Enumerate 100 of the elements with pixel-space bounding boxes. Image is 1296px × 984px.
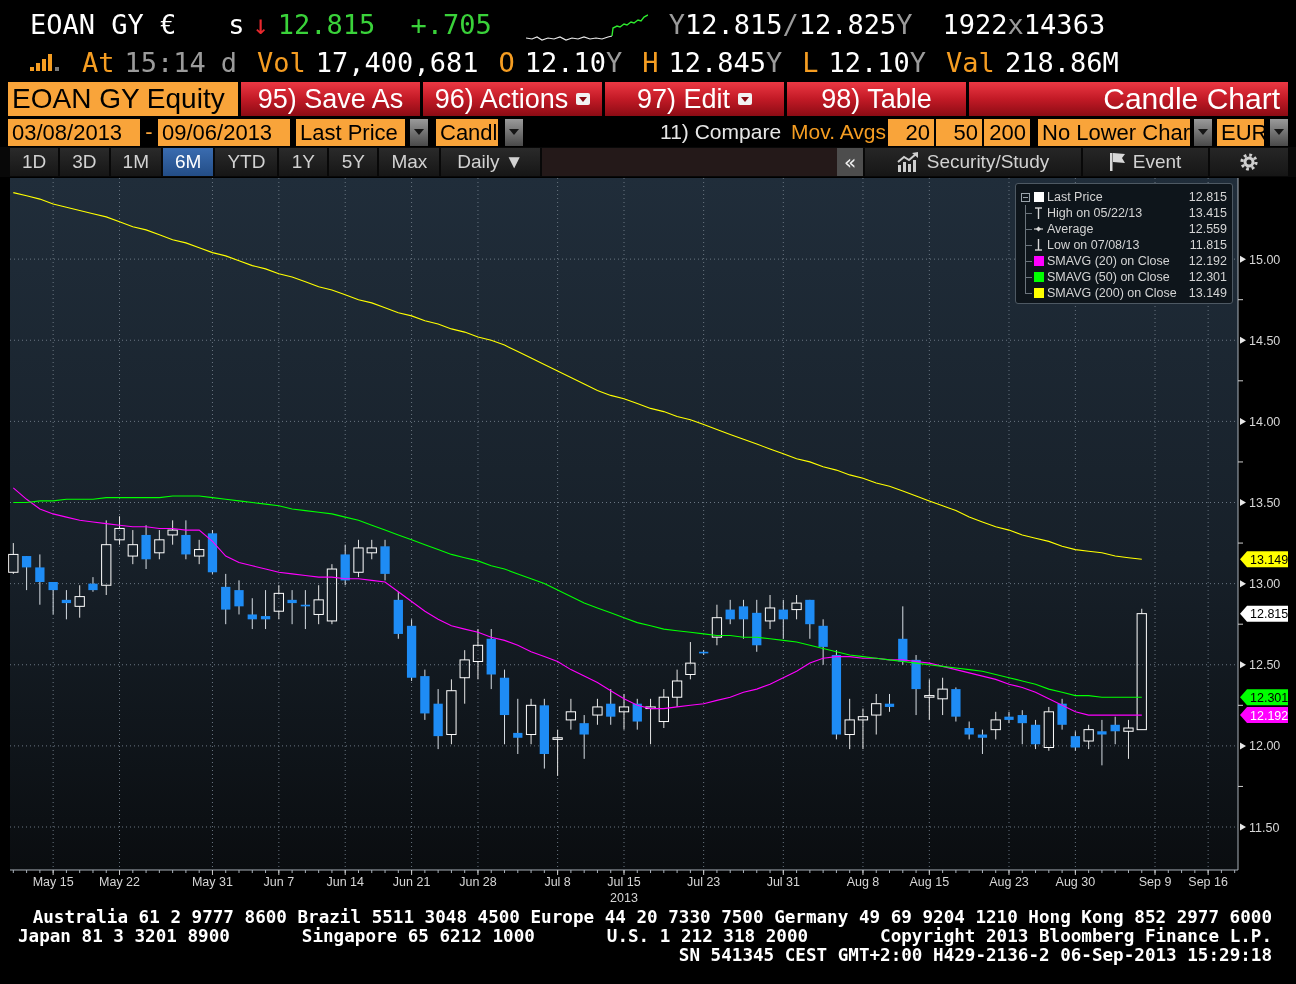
action-button[interactable]: 98) Table bbox=[787, 82, 966, 116]
candlestick bbox=[1004, 711, 1014, 724]
chart-type-select[interactable]: Candl bbox=[436, 118, 498, 146]
ticker-symbol: EOAN GY € bbox=[30, 9, 177, 40]
price-tag: 12.192 bbox=[1240, 707, 1289, 724]
candlestick bbox=[221, 573, 231, 625]
candlestick bbox=[207, 529, 218, 575]
candlestick bbox=[990, 711, 1001, 740]
frequency-dropdown[interactable]: Daily ▼ bbox=[441, 148, 540, 176]
footer-text: Japan 81 3 3201 8900 bbox=[18, 927, 230, 946]
event-button[interactable]: Event bbox=[1083, 148, 1208, 176]
period-tab[interactable]: 6M bbox=[163, 148, 214, 176]
candlestick bbox=[21, 555, 32, 591]
page-title: Candle Chart bbox=[969, 82, 1288, 116]
stat-value: 218.86M bbox=[1004, 46, 1119, 78]
signal-bars-icon bbox=[30, 53, 62, 71]
candlestick bbox=[791, 594, 802, 620]
x-axis-label: Jul 15 bbox=[607, 875, 641, 889]
stat-label: At bbox=[82, 46, 115, 78]
candlestick bbox=[472, 628, 484, 680]
candlestick bbox=[606, 688, 616, 726]
caret-icon bbox=[1198, 129, 1208, 135]
candlestick bbox=[313, 584, 324, 625]
candlestick bbox=[194, 539, 205, 565]
price-field-select[interactable]: Last Price bbox=[296, 118, 405, 146]
candlestick bbox=[964, 721, 974, 740]
moving-average-field[interactable]: 200 bbox=[984, 118, 1030, 146]
last-price: 12.815 bbox=[277, 9, 376, 40]
x-axis-label: Aug 30 bbox=[1055, 875, 1096, 889]
stat-qualifier: Y bbox=[909, 46, 927, 78]
dropdown-button[interactable] bbox=[1194, 118, 1212, 146]
period-tab[interactable]: 1D bbox=[10, 148, 59, 176]
settings-button[interactable] bbox=[1210, 148, 1288, 176]
candlestick bbox=[366, 539, 377, 560]
candlestick bbox=[592, 698, 603, 726]
candlestick bbox=[1083, 724, 1094, 750]
candlestick bbox=[552, 729, 563, 777]
dropdown-button[interactable] bbox=[505, 118, 523, 146]
candlestick bbox=[752, 599, 762, 653]
start-date-field[interactable]: 03/08/2013 bbox=[8, 118, 140, 146]
candlestick bbox=[433, 688, 443, 750]
candlestick bbox=[725, 599, 735, 625]
legend-value: 13.415 bbox=[1188, 206, 1227, 220]
action-button[interactable]: 95) Save As bbox=[241, 82, 420, 116]
legend-label: SMAVG (20) on Close bbox=[1047, 254, 1171, 268]
candlestick bbox=[1030, 719, 1041, 750]
candlestick bbox=[977, 729, 988, 755]
candlestick bbox=[711, 604, 723, 646]
candlestick bbox=[446, 678, 457, 745]
candlestick bbox=[61, 589, 72, 620]
candlestick bbox=[1123, 719, 1134, 760]
bid-condition-code: Y bbox=[668, 9, 685, 40]
candlestick bbox=[658, 688, 669, 729]
period-tab[interactable]: 5Y bbox=[329, 148, 378, 176]
price-tag: 12.815 bbox=[1240, 605, 1289, 622]
period-tab[interactable]: YTD bbox=[215, 148, 278, 176]
collapse-icon[interactable] bbox=[1021, 192, 1030, 202]
candlestick bbox=[884, 693, 895, 713]
candlestick bbox=[1110, 716, 1120, 745]
candlestick bbox=[645, 698, 656, 745]
candlestick bbox=[459, 649, 470, 705]
security-study-button[interactable]: Security/Study bbox=[865, 148, 1081, 176]
x-axis-label: Jun 21 bbox=[392, 875, 431, 889]
low-marker-icon bbox=[1034, 239, 1043, 251]
lower-chart-select[interactable]: No Lower Char bbox=[1038, 118, 1190, 146]
period-tab[interactable]: 1M bbox=[110, 148, 161, 176]
compare-button[interactable]: 11) Compare bbox=[660, 120, 782, 144]
stat-qualifier: Y bbox=[605, 46, 623, 78]
legend-value: 12.301 bbox=[1188, 270, 1227, 284]
candlestick bbox=[181, 519, 191, 560]
stat-qualifier: d bbox=[220, 46, 238, 78]
candlestick bbox=[764, 594, 776, 630]
x-axis-label: Aug 8 bbox=[846, 875, 880, 889]
chart-icon bbox=[896, 152, 919, 172]
end-date-field[interactable]: 09/06/2013 bbox=[158, 118, 290, 146]
settings-icon bbox=[1240, 153, 1258, 171]
moving-average-field[interactable]: 20 bbox=[888, 118, 934, 146]
price-tag: 12.301 bbox=[1240, 689, 1289, 706]
dropdown-button[interactable] bbox=[1270, 118, 1288, 146]
candlestick bbox=[1070, 730, 1080, 752]
y-axis-label: 13.50 bbox=[1249, 496, 1281, 510]
x-axis-label: Jul 8 bbox=[544, 875, 571, 889]
moving-average-field[interactable]: 50 bbox=[936, 118, 982, 146]
period-tab[interactable]: Max bbox=[379, 148, 440, 176]
dropdown-button[interactable] bbox=[410, 118, 428, 146]
period-tab[interactable]: 1Y bbox=[279, 148, 328, 176]
action-button[interactable]: 97) Edit bbox=[605, 82, 784, 116]
collapse-button[interactable]: « bbox=[837, 148, 863, 176]
candlestick bbox=[300, 589, 311, 630]
candlestick bbox=[632, 698, 642, 731]
candlestick bbox=[114, 515, 125, 546]
period-tab[interactable]: 3D bbox=[60, 148, 109, 176]
candlestick bbox=[911, 654, 921, 716]
y-axis-label: 12.00 bbox=[1249, 739, 1281, 754]
action-button[interactable]: 96) Actions bbox=[423, 82, 602, 116]
security-field[interactable]: EOAN GY Equity bbox=[8, 82, 238, 116]
price-tag: 13.149 bbox=[1240, 551, 1289, 568]
candlestick bbox=[818, 618, 828, 666]
legend-label: SMAVG (50) on Close bbox=[1047, 270, 1171, 284]
footer-text: U.S. 1 212 318 2000 bbox=[606, 927, 809, 946]
